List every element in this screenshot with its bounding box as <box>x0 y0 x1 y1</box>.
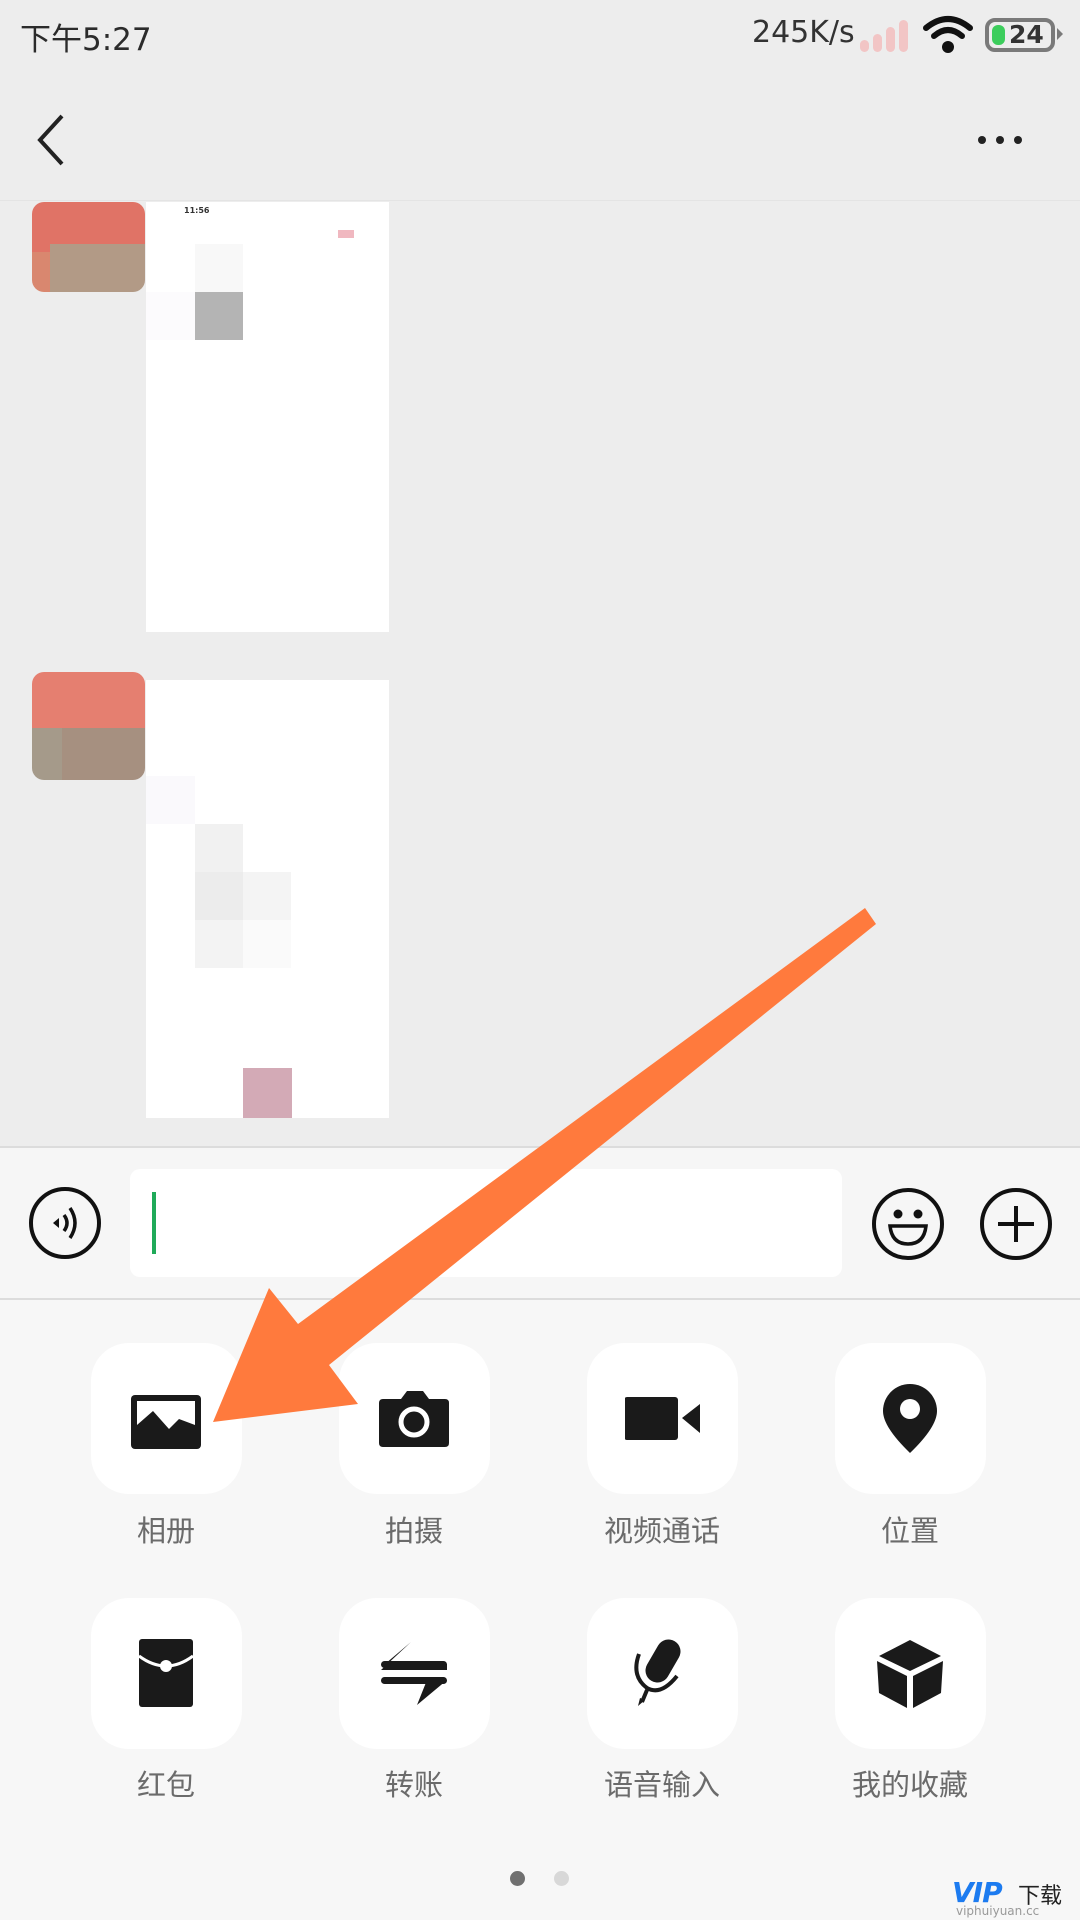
panel-item-favorites[interactable] <box>835 1598 986 1749</box>
red-packet-icon <box>138 1639 194 1707</box>
panel-item-red-packet[interactable] <box>91 1598 242 1749</box>
transfer-icon <box>381 1642 447 1705</box>
panel-item-camera[interactable] <box>339 1343 490 1494</box>
panel-item-label: 拍摄 <box>384 1514 443 1548</box>
avatar[interactable] <box>32 202 145 292</box>
panel-item-label: 相册 <box>136 1514 195 1548</box>
panel-item-voice-input[interactable] <box>587 1598 738 1749</box>
location-pin-icon <box>883 1384 937 1453</box>
signal-icon <box>860 20 912 52</box>
image-message[interactable]: 11:56 <box>146 202 389 632</box>
status-time: 下午5:27 <box>20 22 152 58</box>
chevron-left-icon[interactable] <box>30 110 80 170</box>
battery-level: 24 <box>1009 20 1044 49</box>
camera-icon <box>379 1391 449 1447</box>
battery-icon: 24 <box>985 18 1055 52</box>
network-speed: 245K/s <box>752 15 855 50</box>
more-horizontal-icon[interactable] <box>970 120 1030 160</box>
watermark-url: viphuiyuan.cc <box>956 1904 1040 1918</box>
favorites-cube-icon <box>877 1640 943 1708</box>
panel-item-location[interactable] <box>835 1343 986 1494</box>
panel-item-label: 语音输入 <box>603 1768 720 1802</box>
pager-dot[interactable] <box>554 1871 569 1886</box>
text-cursor <box>152 1192 156 1254</box>
panel-item-video-call[interactable] <box>587 1343 738 1494</box>
wifi-icon <box>923 16 973 53</box>
plus-icon[interactable] <box>980 1188 1052 1260</box>
panel-item-label: 视频通话 <box>603 1514 720 1548</box>
pager-dot-active[interactable] <box>510 1871 525 1886</box>
battery-tip <box>1057 28 1063 40</box>
panel-item-label: 转账 <box>384 1768 443 1802</box>
avatar[interactable] <box>32 672 145 780</box>
inner-screenshot-label <box>338 230 354 238</box>
inner-screenshot-time: 11:56 <box>184 206 210 215</box>
panel-item-label: 我的收藏 <box>851 1768 968 1802</box>
microphone-icon <box>634 1639 681 1706</box>
header-divider <box>0 200 1080 201</box>
video-call-icon <box>625 1397 700 1440</box>
photo-album-icon <box>131 1395 201 1449</box>
panel-item-transfer[interactable] <box>339 1598 490 1749</box>
panel-item-label: 红包 <box>136 1768 195 1802</box>
voice-icon[interactable] <box>29 1187 101 1259</box>
emoji-icon[interactable] <box>872 1188 944 1260</box>
panel-item-album[interactable] <box>91 1343 242 1494</box>
panel-item-label: 位置 <box>880 1514 939 1548</box>
watermark: VIP 下载 viphuiyuan.cc <box>950 1876 1080 1920</box>
message-input[interactable] <box>130 1169 842 1277</box>
image-message[interactable] <box>146 680 389 1118</box>
